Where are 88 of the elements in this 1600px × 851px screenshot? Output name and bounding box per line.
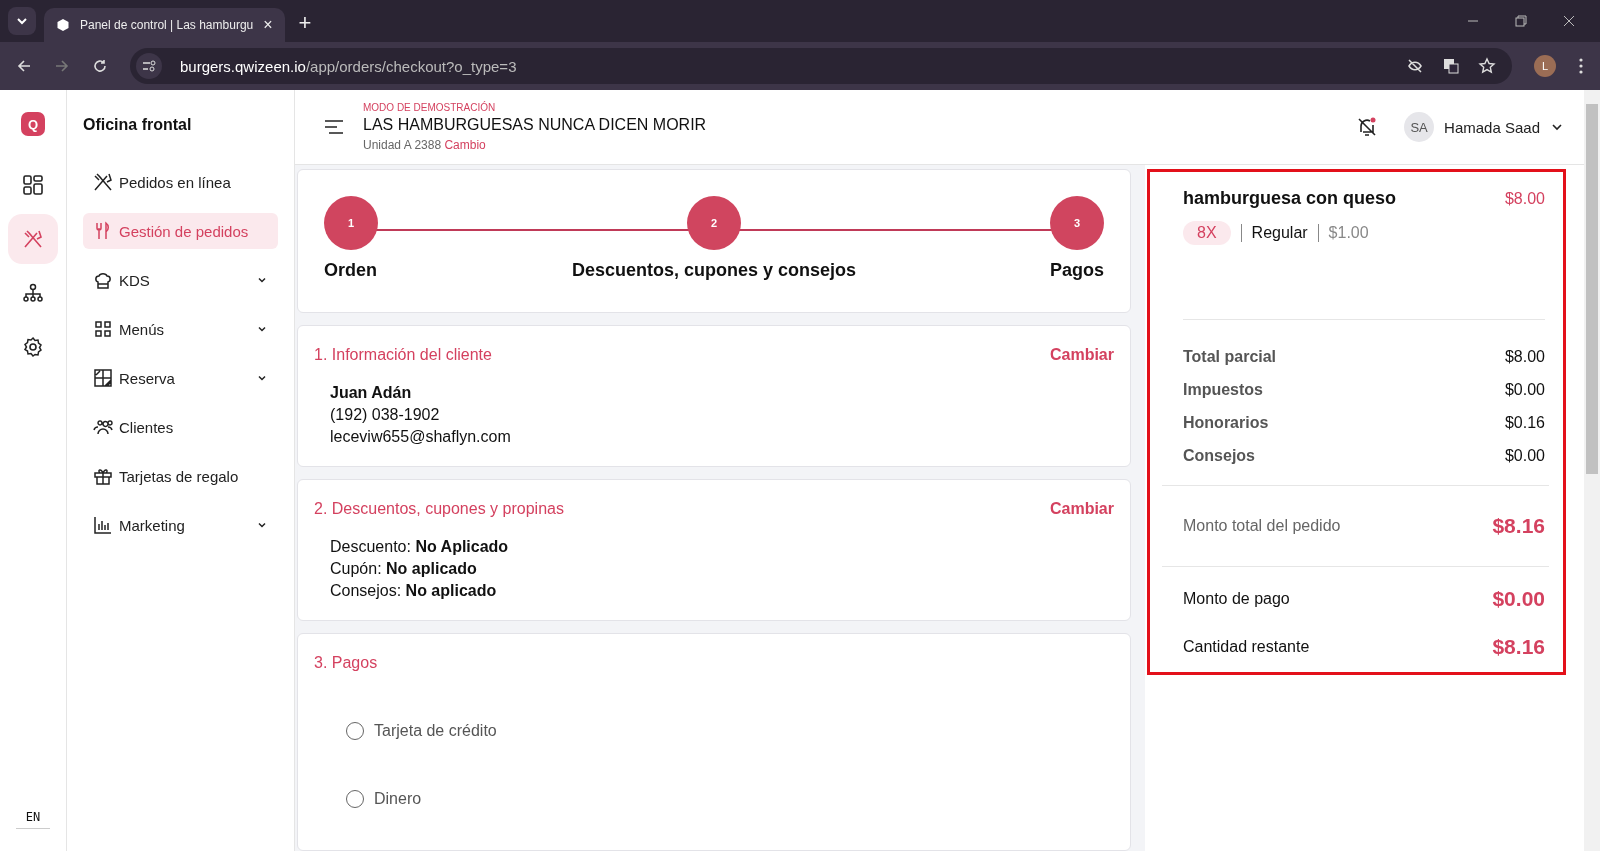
step-label: Descuentos, cupones y consejos xyxy=(571,260,857,281)
star-icon[interactable] xyxy=(1478,57,1496,75)
summary-value: $0.00 xyxy=(1504,381,1545,399)
chevron-down-icon xyxy=(16,15,28,27)
dashboard-icon xyxy=(22,174,44,196)
table-icon xyxy=(93,368,113,388)
restore-icon[interactable] xyxy=(1514,14,1528,28)
fork-knife-icon xyxy=(22,228,44,250)
step-number: 2 xyxy=(687,196,741,250)
users-icon xyxy=(93,417,113,437)
discount-line: Cupón: No aplicado xyxy=(330,560,478,578)
section-title: 3. Pagos xyxy=(314,654,378,672)
restaurant-name: LAS HAMBURGUESAS NUNCA DICEN MORIR xyxy=(363,116,707,134)
user-name[interactable]: Hamada Saad xyxy=(1444,118,1540,136)
unit-price: $1.00 xyxy=(1328,224,1369,242)
quantity-badge: 8X xyxy=(1183,221,1231,245)
item-price: $8.00 xyxy=(1504,189,1545,208)
payment-option-label: Tarjeta de crédito xyxy=(374,722,497,740)
sidebar-item[interactable]: Gestión de pedidos xyxy=(83,213,278,249)
sidebar-title: Oficina frontal xyxy=(83,116,193,134)
close-icon[interactable] xyxy=(1562,14,1576,28)
customer-phone: (192) 038-1902 xyxy=(330,406,441,424)
unit-label: Unidad A 2388 xyxy=(363,138,442,152)
sidebar-item[interactable]: Clientes xyxy=(83,409,278,445)
step-label: Orden xyxy=(324,260,377,281)
section-title: 1. Información del cliente xyxy=(314,346,492,364)
sitemap-icon xyxy=(22,282,44,304)
payment-label: Cantidad restante xyxy=(1183,638,1310,656)
change-link[interactable]: Cambiar xyxy=(1049,500,1114,518)
discount-line: Consejos: No aplicado xyxy=(330,582,498,600)
menu-icon[interactable] xyxy=(323,118,345,136)
menu-dots-icon[interactable] xyxy=(1578,57,1584,75)
change-link[interactable]: Cambio xyxy=(444,138,486,152)
sidebar-item[interactable]: Reserva xyxy=(83,360,278,396)
settings-icon xyxy=(22,336,44,358)
discount-line: Descuento: No Aplicado xyxy=(330,538,510,556)
payment-option-label: Dinero xyxy=(374,790,422,808)
gift-icon xyxy=(93,466,113,486)
section-title: 2. Descuentos, cupones y propinas xyxy=(314,500,564,518)
summary-value: $0.16 xyxy=(1504,414,1545,432)
summary-value: $8.00 xyxy=(1504,348,1545,366)
favicon-icon xyxy=(56,18,70,32)
payment-label: Monto de pago xyxy=(1183,590,1290,608)
scrollbar[interactable] xyxy=(1584,90,1600,851)
customer-email: leceviw655@shaflyn.com xyxy=(330,428,512,446)
sidebar-item[interactable]: Tarjetas de regalo xyxy=(83,458,278,494)
total-value: $8.16 xyxy=(1492,514,1545,538)
close-tab-button[interactable]: × xyxy=(263,16,273,34)
summary-label: Total parcial xyxy=(1183,348,1277,366)
chef-hat-icon xyxy=(93,270,113,290)
profile-avatar[interactable]: L xyxy=(1534,55,1556,77)
user-avatar[interactable]: SA xyxy=(1404,112,1435,142)
payment-value: $8.16 xyxy=(1492,635,1545,659)
address-bar[interactable]: burgers.qwizeen.io/app/orders/checkout?o_type=3 xyxy=(130,48,1512,84)
item-name: hamburguesa con queso xyxy=(1183,188,1397,209)
reload-icon[interactable] xyxy=(92,58,108,74)
language-switcher[interactable]: EN xyxy=(15,806,51,829)
back-arrow-icon[interactable] xyxy=(16,58,32,74)
logo[interactable]: Q xyxy=(21,112,45,136)
url-text: burgers.qwizeen.io/app/orders/checkout?o_type=3 xyxy=(180,57,517,75)
sidebar-item[interactable]: Pedidos en línea xyxy=(83,164,278,200)
summary-label: Consejos xyxy=(1183,447,1255,465)
forward-arrow-icon[interactable] xyxy=(54,58,70,74)
tab-title: Panel de control | Las hamburgu xyxy=(80,18,254,32)
sidebar-item[interactable]: KDS xyxy=(83,262,278,298)
new-tab-button[interactable]: + xyxy=(298,10,312,36)
change-link[interactable]: Cambiar xyxy=(1049,346,1114,364)
total-label: Monto total del pedido xyxy=(1183,517,1341,535)
summary-label: Impuestos xyxy=(1183,381,1263,399)
browser-tab[interactable]: Panel de control | Las hamburgu × xyxy=(44,8,285,42)
step-label: Pagos xyxy=(1049,260,1104,281)
site-settings-icon[interactable] xyxy=(136,53,162,79)
fork-knife-icon xyxy=(93,172,113,192)
sidebar-item[interactable]: Marketing xyxy=(83,507,278,543)
customer-name: Juan Adán xyxy=(330,384,413,402)
step-number: 3 xyxy=(1050,196,1104,250)
summary-value: $0.00 xyxy=(1504,447,1545,465)
payment-value: $0.00 xyxy=(1492,587,1545,611)
step-number: 1 xyxy=(324,196,378,250)
bar-chart-icon xyxy=(93,515,113,535)
tab-list-button[interactable] xyxy=(8,7,36,35)
variant-label: Regular xyxy=(1251,224,1308,242)
demo-mode-label: MODO DE DEMOSTRACIÓN xyxy=(363,102,497,113)
eye-slash-icon[interactable] xyxy=(1406,57,1424,75)
translate-icon[interactable] xyxy=(1442,57,1460,75)
sidebar-item[interactable]: Menús xyxy=(83,311,278,347)
summary-label: Honorarios xyxy=(1183,414,1269,432)
grid-icon xyxy=(93,319,113,339)
